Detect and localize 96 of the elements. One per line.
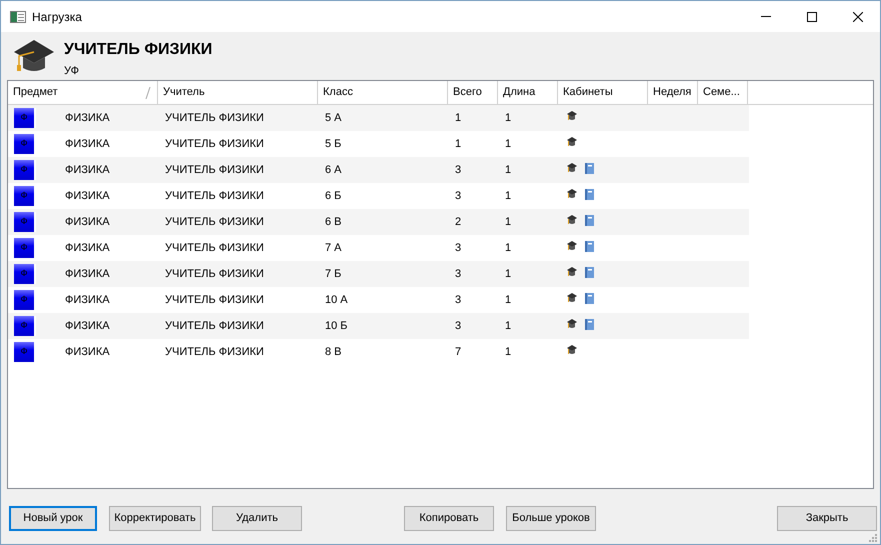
table-cell-text: УЧИТЕЛЬ ФИЗИКИ (164, 136, 265, 152)
dialog-button[interactable]: Копировать (404, 506, 494, 531)
table-cell-text: 6 А (324, 162, 343, 178)
table-cell-text: 2 (454, 214, 462, 230)
book-icon (585, 318, 594, 330)
table-cell-text: 1 (454, 136, 462, 152)
graduation-cap-icon (567, 241, 577, 251)
subject-icon: Ф (14, 316, 36, 336)
table-cell-text: УЧИТЕЛЬ ФИЗИКИ (164, 162, 265, 178)
book-icon (585, 188, 594, 200)
graduation-cap-icon (567, 215, 577, 225)
table-cell-text: 7 А (324, 240, 343, 256)
subject-icon: Ф (14, 186, 36, 206)
table-cell-text: 10 А (324, 292, 349, 308)
table-cell-text: 1 (504, 162, 512, 178)
table-cell-text: 6 В (324, 214, 343, 230)
table-cell-text: УЧИТЕЛЬ ФИЗИКИ (164, 110, 265, 126)
subject-icon: Ф (14, 160, 36, 180)
graduation-cap-icon (567, 111, 577, 121)
table-cell-text: ФИЗИКА (65, 214, 111, 230)
graduation-cap-icon (567, 293, 577, 303)
table-cell-text: 1 (504, 344, 512, 360)
table-cell-text: ФИЗИКА (65, 292, 111, 308)
window-title: Нагрузка (32, 8, 82, 26)
graduation-cap-icon (13, 38, 55, 74)
book-icon (585, 292, 594, 304)
table-cell-text: ФИЗИКА (65, 162, 111, 178)
subject-icon: Ф (14, 134, 36, 154)
table-cell-text: 3 (454, 240, 462, 256)
table-cell-text: 1 (504, 318, 512, 334)
table-cell-text: УЧИТЕЛЬ ФИЗИКИ (164, 344, 265, 360)
teacher-name: УЧИТЕЛЬ ФИЗИКИ (64, 40, 212, 60)
book-icon (585, 266, 594, 278)
table-cell-text: ФИЗИКА (65, 136, 111, 152)
table-cell-text: ФИЗИКА (65, 318, 111, 334)
teacher-code: УФ (64, 65, 80, 78)
table-cell-text: 1 (504, 240, 512, 256)
subject-icon: Ф (14, 238, 36, 258)
table-cell-text: 5 А (324, 110, 343, 126)
table-row[interactable]: Ф ФИЗИКА УЧИТЕЛЬ ФИЗИКИ 6 А 3 1 (8, 157, 749, 183)
table-cell-text: УЧИТЕЛЬ ФИЗИКИ (164, 292, 265, 308)
table-cell-text: 6 Б (324, 188, 342, 204)
subject-icon: Ф (14, 342, 36, 362)
table-cell-text: УЧИТЕЛЬ ФИЗИКИ (164, 188, 265, 204)
table-cell-text: 8 В (324, 344, 343, 360)
graduation-cap-icon (567, 345, 577, 355)
table-cell-text: 1 (454, 110, 462, 126)
table-cell-text: 1 (504, 214, 512, 230)
table-row[interactable]: Ф ФИЗИКА УЧИТЕЛЬ ФИЗИКИ 6 В 2 1 (8, 209, 749, 235)
table-cell-text: 1 (504, 136, 512, 152)
table-cell-text: ФИЗИКА (65, 240, 111, 256)
maximize-icon[interactable] (807, 12, 817, 22)
table-row[interactable]: Ф ФИЗИКА УЧИТЕЛЬ ФИЗИКИ 5 А 1 1 (8, 105, 749, 131)
dialog-button[interactable]: Новый урок (9, 506, 97, 531)
table-cell-text: 3 (454, 318, 462, 334)
graduation-cap-icon (567, 137, 577, 147)
table-cell-text: 1 (504, 188, 512, 204)
resize-grip-icon[interactable] (869, 534, 877, 542)
subject-icon: Ф (14, 212, 36, 232)
table-cell-text: 1 (504, 266, 512, 282)
table-cell-text: ФИЗИКА (65, 344, 111, 360)
book-icon (585, 214, 594, 226)
table-cell-text: 10 Б (324, 318, 349, 334)
table-cell-text: УЧИТЕЛЬ ФИЗИКИ (164, 214, 265, 230)
table-cell-text: 7 Б (324, 266, 342, 282)
table-cell-text: ФИЗИКА (65, 110, 111, 126)
book-icon (585, 162, 594, 174)
app-icon (10, 10, 26, 22)
table-cell-text: УЧИТЕЛЬ ФИЗИКИ (164, 266, 265, 282)
table-cell-text: 3 (454, 292, 462, 308)
graduation-cap-icon (567, 189, 577, 199)
subject-icon: Ф (14, 264, 36, 284)
subject-icon: Ф (14, 108, 36, 128)
table-cell-text: 7 (454, 344, 462, 360)
dialog-button[interactable]: Корректировать (109, 506, 201, 531)
table-row[interactable]: Ф ФИЗИКА УЧИТЕЛЬ ФИЗИКИ 7 Б 3 1 (8, 261, 749, 287)
table-cell-text: ФИЗИКА (65, 188, 111, 204)
table-cell-text: 1 (504, 292, 512, 308)
table-cell-text: 1 (504, 110, 512, 126)
book-icon (585, 240, 594, 252)
subject-icon: Ф (14, 290, 36, 310)
table-cell-text: УЧИТЕЛЬ ФИЗИКИ (164, 240, 265, 256)
table-cell-text: 3 (454, 266, 462, 282)
table-cell-text: 3 (454, 162, 462, 178)
table-row[interactable]: Ф ФИЗИКА УЧИТЕЛЬ ФИЗИКИ 10 Б 3 1 (8, 313, 749, 339)
table-cell-text: ФИЗИКА (65, 266, 111, 282)
table-cell-text: УЧИТЕЛЬ ФИЗИКИ (164, 318, 265, 334)
graduation-cap-icon (567, 267, 577, 277)
graduation-cap-icon (567, 163, 577, 173)
dialog-button[interactable]: Удалить (212, 506, 302, 531)
dialog-button[interactable]: Больше уроков (506, 506, 596, 531)
table-cell-text: 5 Б (324, 136, 342, 152)
dialog-button[interactable]: Закрыть (777, 506, 877, 531)
graduation-cap-icon (567, 319, 577, 329)
close-icon[interactable] (853, 12, 863, 22)
table-cell-text: 3 (454, 188, 462, 204)
